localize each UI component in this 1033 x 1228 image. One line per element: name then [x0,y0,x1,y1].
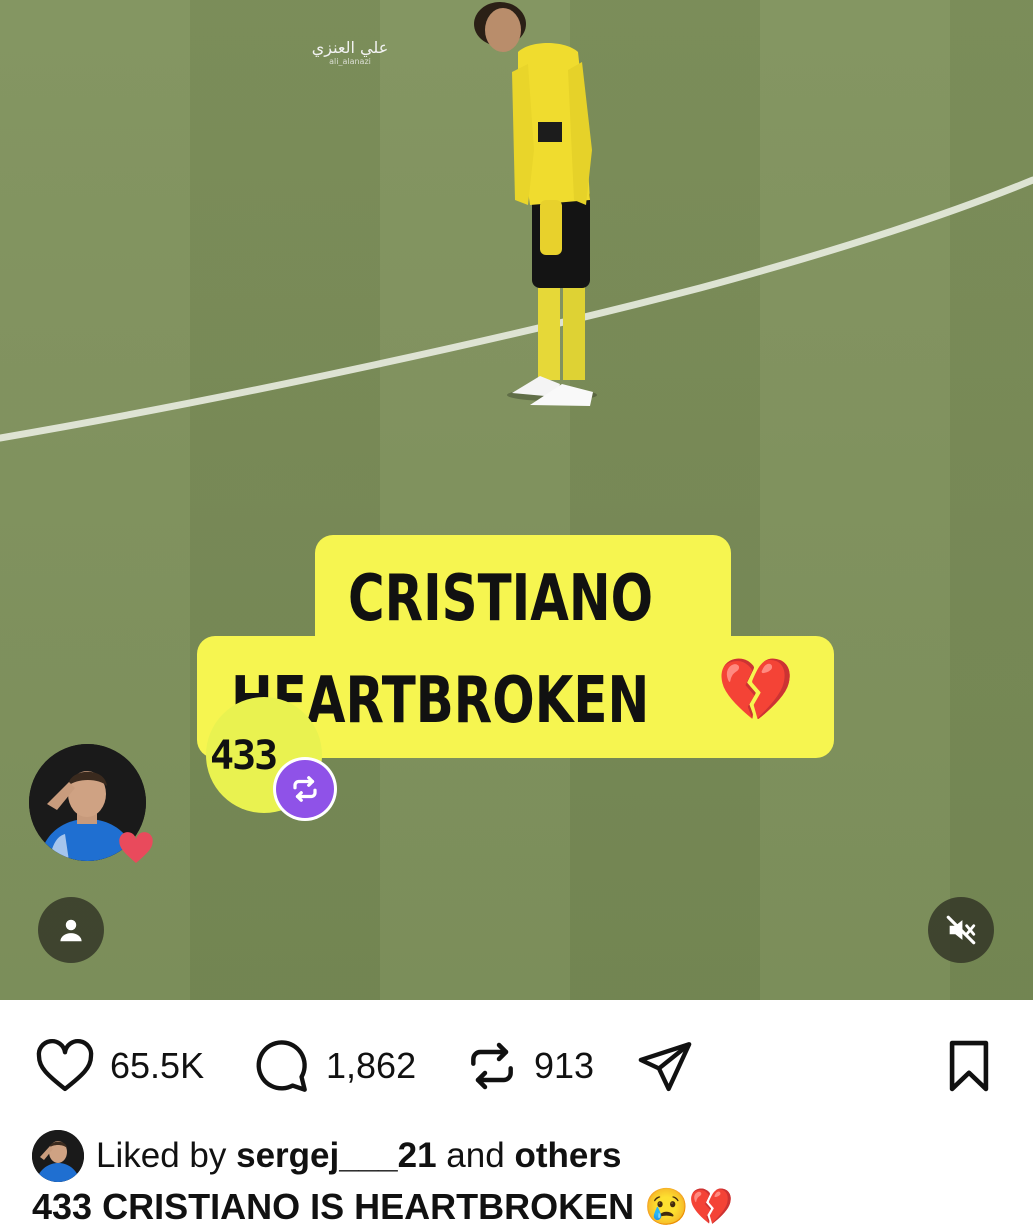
liked-by-user-link[interactable]: sergej___21 [236,1136,436,1176]
heart-reaction-icon [116,828,156,868]
liked-by-row[interactable]: Liked by sergej___21 and others [32,1130,621,1182]
watermark: علي العنزي ali_alanazi [311,38,389,66]
person-icon [60,919,82,942]
repost-badge-icon [276,760,334,818]
like-button[interactable]: 65.5K [34,1036,204,1096]
repost-count: 913 [534,1045,595,1086]
mute-toggle-button[interactable] [928,897,994,963]
repost-button[interactable]: 913 [464,1036,594,1096]
logo-text: 433 [210,733,278,779]
post-media-video[interactable]: علي العنزي ali_alanazi CRISTIANO HEARTBR… [0,0,1033,1000]
send-paper-plane-icon [638,1042,692,1092]
liked-by-middle: and [446,1136,505,1175]
comment-count: 1,862 [326,1045,417,1086]
speaker-muted-icon [946,915,976,945]
liked-by-prefix: Liked by [96,1136,227,1175]
like-count: 65.5K [110,1045,205,1086]
liked-by-others-link[interactable]: others [514,1136,621,1176]
liker-avatar [32,1130,84,1182]
broken-heart-emoji: 💔 [717,656,795,725]
post-caption: 433 CRISTIANO IS HEARTBROKEN 😢💔 [32,1186,734,1227]
bookmark-icon [949,1040,989,1092]
comment-bubble-icon [256,1040,307,1092]
heart-icon [36,1039,94,1092]
player-figure [474,2,597,406]
comment-button[interactable]: 1,862 [250,1036,416,1096]
share-button[interactable] [634,1036,696,1096]
save-button[interactable] [940,1036,998,1096]
caption-text-line1: CRISTIANO [348,562,654,636]
tagged-users-button[interactable] [38,897,104,963]
repost-icon [471,1042,513,1090]
